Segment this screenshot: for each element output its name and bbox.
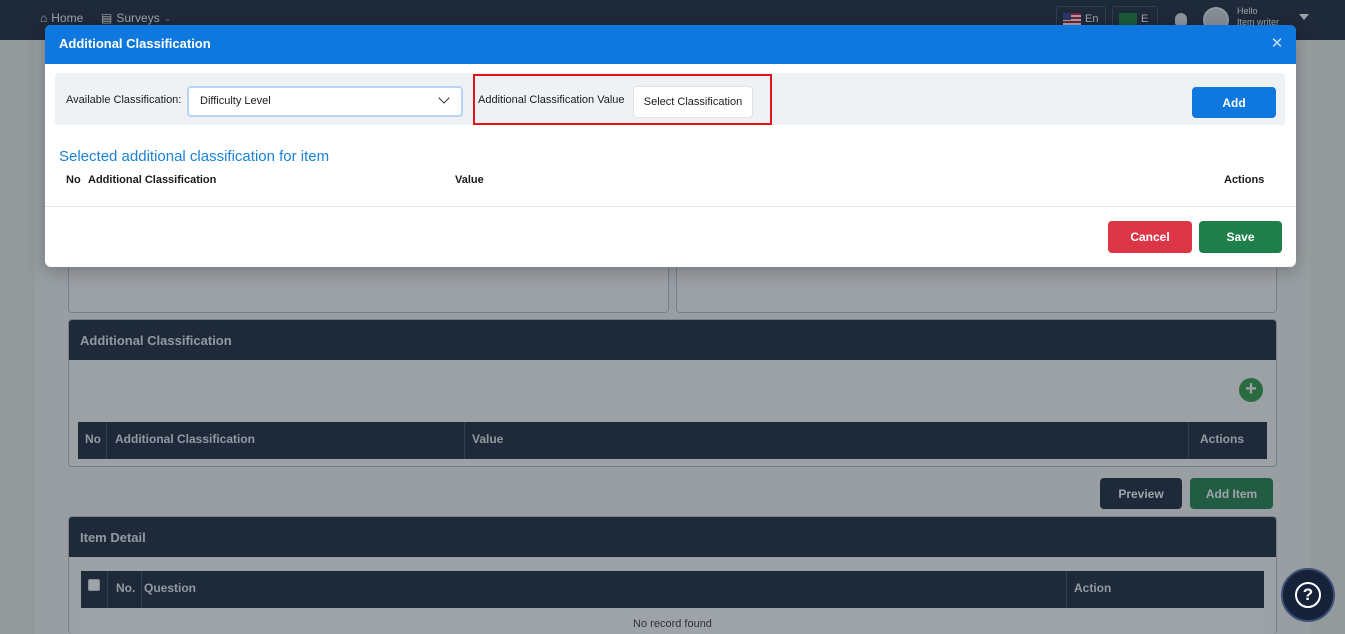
col-no-header: No [66, 174, 81, 186]
additional-classification-modal: Additional Classification ✕ Available Cl… [45, 25, 1296, 267]
select-classification-button[interactable]: Select Classification [633, 86, 753, 118]
help-button[interactable]: ? [1281, 568, 1335, 622]
close-icon[interactable]: ✕ [1269, 34, 1285, 54]
modal-title: Additional Classification [59, 36, 211, 51]
available-classification-label: Available Classification: [66, 94, 182, 106]
question-mark-icon: ? [1295, 582, 1321, 608]
add-button[interactable]: Add [1192, 87, 1276, 118]
chevron-down-icon [438, 92, 450, 104]
available-classification-select[interactable]: Difficulty Level [187, 86, 463, 117]
save-button[interactable]: Save [1199, 221, 1282, 253]
col-value-header: Value [455, 174, 484, 186]
cancel-button[interactable]: Cancel [1108, 221, 1192, 253]
available-classification-value: Difficulty Level [200, 95, 271, 107]
add-label: Add [1222, 95, 1246, 110]
modal-footer-divider [45, 206, 1296, 207]
cancel-label: Cancel [1130, 230, 1170, 244]
col-actions-header: Actions [1224, 174, 1265, 186]
select-classification-label: Select Classification [643, 96, 743, 108]
modal-header: Additional Classification ✕ [45, 25, 1296, 64]
selected-classification-title: Selected additional classification for i… [59, 148, 330, 165]
save-label: Save [1226, 230, 1255, 244]
col-classification-header: Additional Classification [88, 174, 217, 186]
